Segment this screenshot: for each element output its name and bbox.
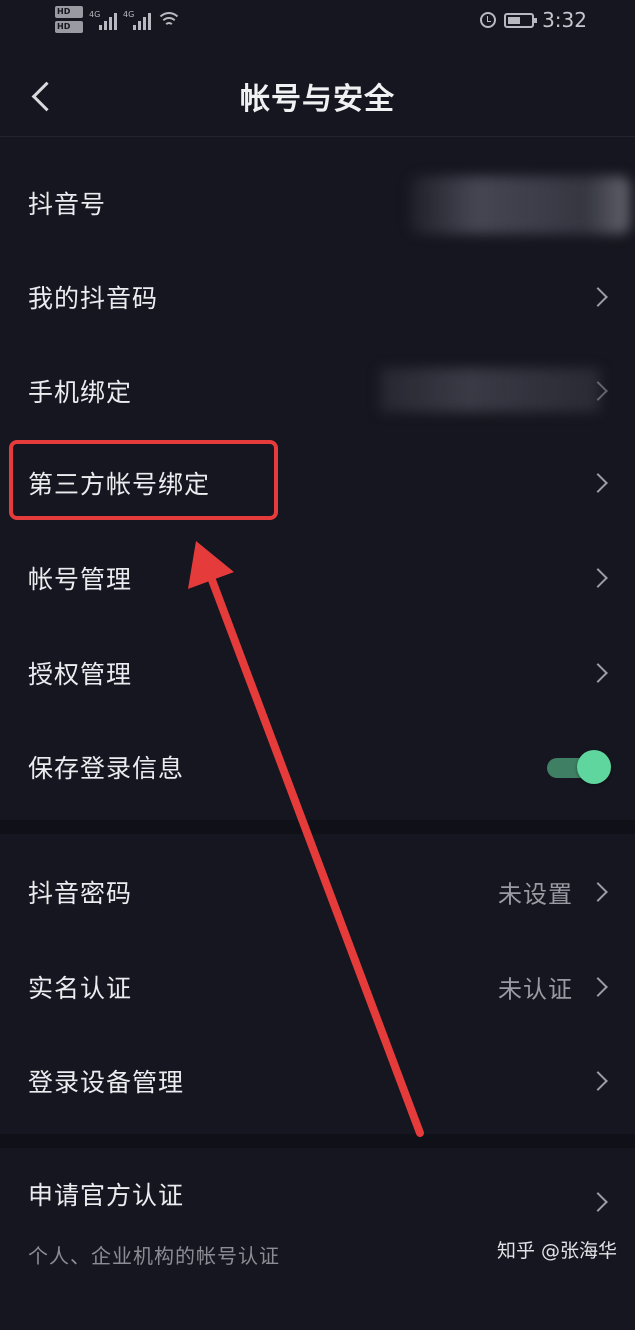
row-my-qr-code[interactable]: 我的抖音码: [0, 252, 635, 342]
status-time: 3:32: [542, 8, 587, 32]
row-real-name-verification[interactable]: 实名认证 未认证: [0, 942, 635, 1032]
row-douyin-password[interactable]: 抖音密码 未设置: [0, 847, 635, 937]
status-bar: HD HD 4G 4G 3:32: [0, 0, 635, 46]
row-third-party-binding[interactable]: 第三方帐号绑定: [0, 438, 635, 528]
section-divider: [0, 1134, 635, 1148]
row-login-device-management[interactable]: 登录设备管理: [0, 1036, 635, 1126]
row-phone-binding-label: 手机绑定: [28, 378, 133, 407]
alarm-icon: [480, 12, 497, 28]
network-type: 4G: [89, 9, 101, 19]
row-account-management-label: 帐号管理: [28, 565, 133, 594]
page-title: 帐号与安全: [240, 82, 395, 117]
network-type-2: 4G: [123, 9, 135, 19]
row-save-login-info: 保存登录信息: [0, 722, 635, 812]
hd-sim2-icon: HD: [55, 21, 83, 33]
row-phone-binding[interactable]: 手机绑定: [0, 346, 635, 436]
row-authorization-management-label: 授权管理: [28, 660, 133, 689]
chevron-right-icon: [588, 287, 608, 307]
hd-icon: HD HD: [55, 6, 83, 33]
chevron-right-icon: [588, 1071, 608, 1091]
row-third-party-binding-label: 第三方帐号绑定: [28, 470, 211, 499]
save-login-toggle[interactable]: [547, 750, 611, 784]
signal-icon: 4G: [89, 10, 117, 30]
redacted-douyin-id: [410, 176, 630, 234]
section-divider: [0, 820, 635, 834]
row-douyin-id[interactable]: 抖音号: [0, 158, 635, 248]
signal-2-icon: 4G: [123, 10, 151, 30]
row-save-login-info-label: 保存登录信息: [28, 754, 185, 783]
chevron-right-icon: [588, 663, 608, 683]
chevron-right-icon: [588, 473, 608, 493]
row-douyin-id-label: 抖音号: [28, 190, 107, 219]
official-verification-subtitle: 个人、企业机构的帐号认证: [28, 1244, 280, 1268]
redacted-phone-number: [380, 368, 600, 412]
row-account-management[interactable]: 帐号管理: [0, 533, 635, 623]
real-name-status: 未认证: [498, 975, 573, 1004]
row-login-device-management-label: 登录设备管理: [28, 1068, 185, 1097]
password-status: 未设置: [498, 880, 573, 909]
status-left: HD HD 4G 4G: [55, 6, 181, 33]
row-my-qr-code-label: 我的抖音码: [28, 284, 159, 313]
row-authorization-management[interactable]: 授权管理: [0, 628, 635, 718]
row-douyin-password-label: 抖音密码: [28, 879, 133, 908]
wifi-icon: [157, 10, 181, 30]
battery-icon: [504, 12, 538, 28]
nav-bar: 帐号与安全: [0, 50, 635, 137]
row-official-verification-label: 申请官方认证: [28, 1181, 185, 1210]
chevron-right-icon: [588, 882, 608, 902]
row-real-name-verification-label: 实名认证: [28, 974, 133, 1003]
chevron-right-icon: [588, 977, 608, 997]
toggle-knob: [577, 750, 611, 784]
chevron-right-icon: [588, 568, 608, 588]
chevron-right-icon: [588, 1192, 608, 1212]
status-right: 3:32: [480, 8, 587, 32]
watermark: 知乎 @张海华: [496, 1240, 617, 1262]
hd-sim1-icon: HD: [55, 6, 83, 18]
